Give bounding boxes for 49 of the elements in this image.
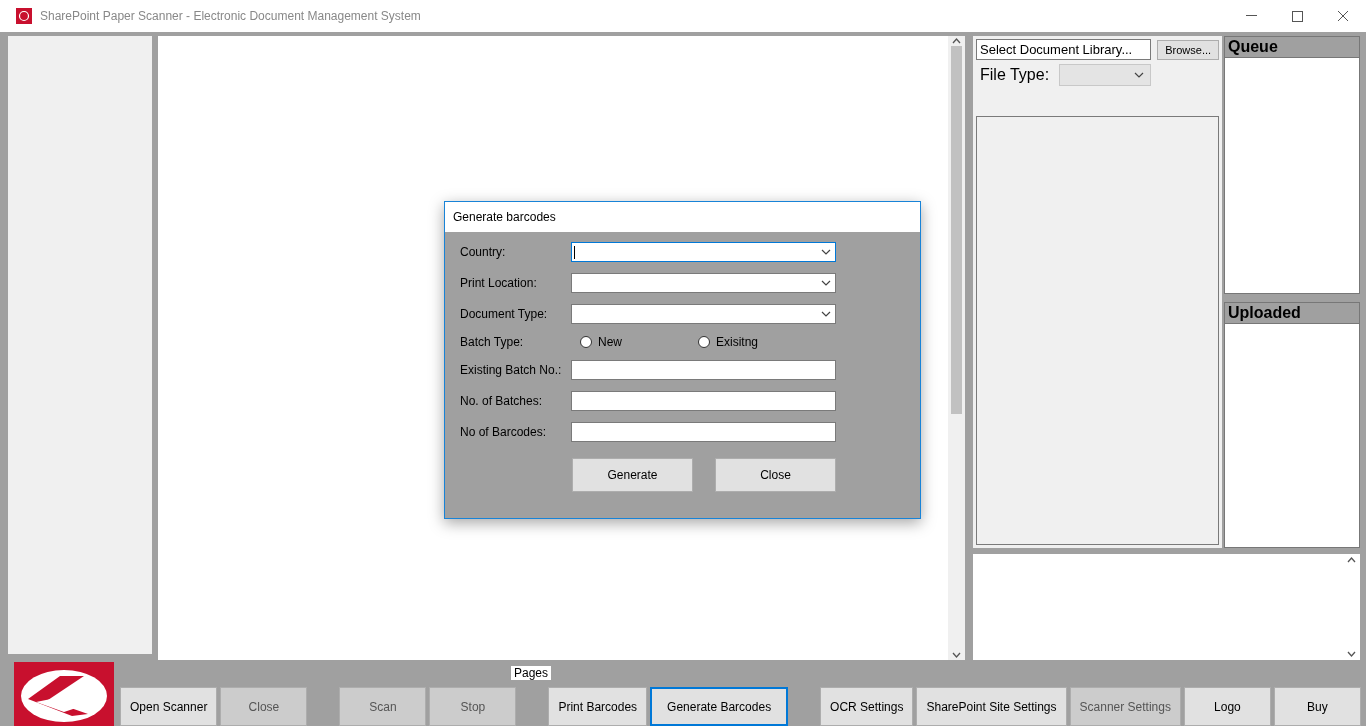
field-label: Document Type:: [460, 307, 549, 321]
chevron-down-icon: [821, 280, 831, 286]
uploaded-header: Uploaded: [1225, 303, 1359, 324]
field-label: No. of Batches:: [460, 394, 544, 408]
chevron-down-icon: [1134, 72, 1145, 78]
toolbar-button[interactable]: Print Barcodes: [548, 687, 648, 726]
window-title: SharePoint Paper Scanner - Electronic Document Management System: [40, 9, 422, 23]
toolbar-button[interactable]: Logo: [1183, 687, 1271, 726]
close-icon[interactable]: [1337, 10, 1349, 22]
scanner-logo[interactable]: [14, 662, 114, 726]
scroll-up-icon[interactable]: [952, 38, 961, 44]
toolbar-button[interactable]: OCR Settings: [820, 687, 914, 726]
scroll-thumb[interactable]: [951, 46, 962, 414]
field-label: Existing Batch No.:: [460, 363, 563, 377]
radio-button[interactable]: [698, 336, 710, 348]
scrollbar[interactable]: [948, 36, 965, 660]
dialog-button[interactable]: Close: [715, 458, 836, 492]
queue-header: Queue: [1225, 37, 1359, 58]
field-label: Batch Type:: [460, 335, 525, 349]
dropdown-field[interactable]: [571, 273, 836, 293]
scroll-down-icon[interactable]: [1347, 651, 1356, 657]
radio-label[interactable]: Exisitng: [716, 335, 759, 349]
input-field[interactable]: [571, 391, 836, 411]
app-icon: [16, 8, 32, 24]
dialog-title: Generate barcodes: [445, 202, 920, 232]
field-label: No of Barcodes:: [460, 425, 548, 439]
toolbar-button[interactable]: SharePoint Site Settings: [916, 687, 1067, 726]
input-field[interactable]: [571, 422, 836, 442]
field-label: Print Location:: [460, 276, 538, 290]
toolbar-button[interactable]: Generate Barcodes: [650, 687, 789, 726]
minimize-icon[interactable]: [1245, 15, 1257, 17]
toolbar-button[interactable]: Buy: [1273, 687, 1361, 726]
scroll-down-icon[interactable]: [952, 652, 961, 658]
dialog-button[interactable]: Generate: [572, 458, 693, 492]
input-field[interactable]: [571, 360, 836, 380]
chevron-down-icon: [821, 249, 831, 255]
field-label: Country:: [460, 245, 507, 259]
library-field[interactable]: Select Document Library...: [976, 39, 1152, 60]
scroll-up-icon[interactable]: [1347, 556, 1356, 563]
dropdown-field[interactable]: [571, 242, 836, 262]
file-type-label: File Type:: [980, 66, 1050, 84]
dropdown-field[interactable]: [571, 304, 836, 324]
pages-label: Pages: [511, 666, 552, 680]
toolbar-button[interactable]: Open Scanner: [120, 687, 218, 726]
radio-label[interactable]: New: [598, 335, 622, 349]
radio-button[interactable]: [580, 336, 592, 348]
chevron-down-icon: [821, 311, 831, 317]
maximize-icon[interactable]: [1291, 10, 1303, 22]
browse-button[interactable]: Browse...: [1157, 39, 1219, 60]
